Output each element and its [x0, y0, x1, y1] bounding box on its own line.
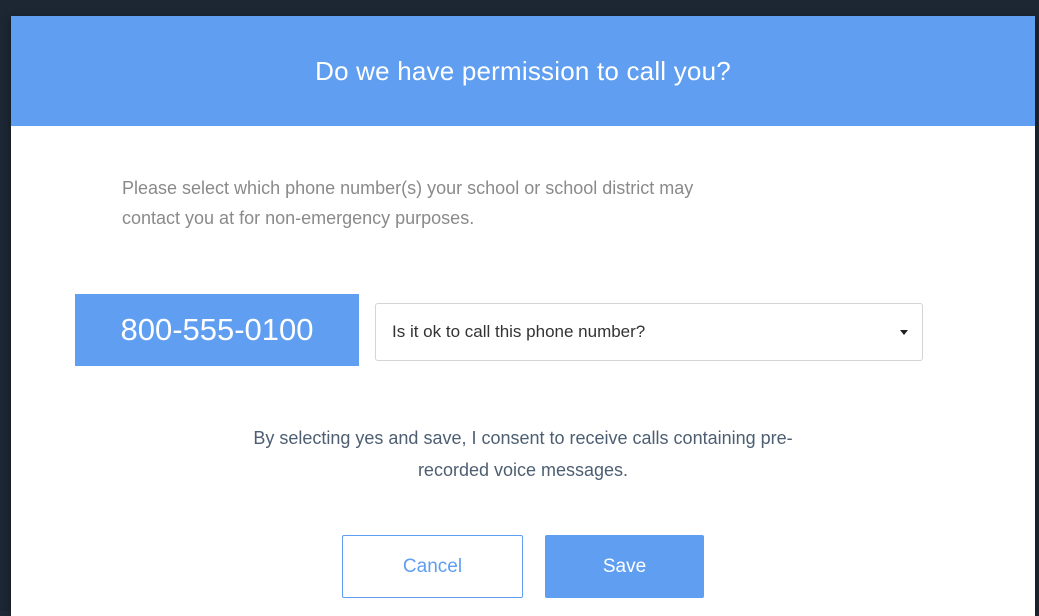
intro-line: contact you at for non-emergency purpose…	[122, 208, 475, 228]
call-permission-select-value: Is it ok to call this phone number?	[392, 322, 646, 341]
save-button[interactable]: Save	[545, 535, 704, 598]
phone-number-badge: 800-555-0100	[75, 294, 359, 366]
consent-line: recorded voice messages.	[417, 460, 629, 480]
intro-line: Please select which phone number(s) your…	[122, 178, 694, 198]
consent-line: By selecting yes and save, I consent to …	[253, 428, 793, 448]
dialog-title: Do we have permission to call you?	[315, 55, 731, 86]
intro-text: Please select which phone number(s) your…	[122, 173, 922, 233]
dialog-header: Do we have permission to call you?	[11, 16, 1035, 126]
call-permission-select[interactable]: Is it ok to call this phone number?	[375, 303, 923, 361]
caret-down-icon	[900, 329, 908, 335]
consent-text: By selecting yes and save, I consent to …	[123, 422, 923, 486]
cancel-button[interactable]: Cancel	[342, 535, 523, 598]
permission-dialog: Do we have permission to call you? Pleas…	[11, 16, 1035, 616]
